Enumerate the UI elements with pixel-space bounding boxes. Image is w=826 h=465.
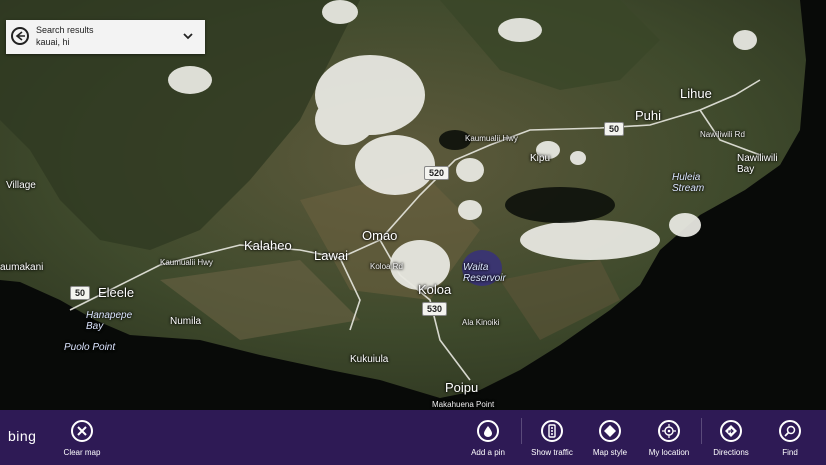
place-hanapepe-bay: Hanapepe Bay: [86, 310, 133, 332]
route-shield-520: 520: [424, 166, 450, 180]
place-huleia-stream: Huleia Stream: [672, 172, 705, 194]
my-location-button[interactable]: My location: [641, 410, 701, 465]
clear-map-label: Clear map: [63, 448, 101, 457]
pin-icon: [477, 420, 499, 442]
place-waita-reservoir: Waita Reservoir: [463, 262, 506, 284]
search-icon: [779, 420, 801, 442]
road-koloa-rd: Koloa Rd: [370, 262, 403, 271]
search-results-panel[interactable]: Search results kauai, hi: [6, 20, 205, 54]
place-lihue: Lihue: [680, 86, 712, 101]
clear-map-button[interactable]: Clear map: [54, 410, 114, 465]
location-target-icon: [658, 420, 680, 442]
place-koloa: Koloa: [418, 282, 452, 297]
directions-icon: [720, 420, 742, 442]
app-bar: bing Clear map Add a pin Show traffic Ma…: [0, 410, 826, 465]
route-shield-50: 50: [70, 286, 91, 300]
map-style-icon: [599, 420, 621, 442]
place-puhi: Puhi: [635, 108, 662, 123]
satellite-terrain: [0, 0, 826, 410]
place-poipu: Poipu: [445, 380, 479, 395]
add-pin-button[interactable]: Add a pin: [460, 410, 520, 465]
road-kaumualii-hwy-east: Kaumualii Hwy: [465, 134, 518, 143]
bing-logo: bing: [8, 428, 37, 444]
place-kipu: Kipu: [530, 153, 551, 164]
find-button[interactable]: Find: [762, 410, 822, 465]
place-makahuena-point: Makahuena Point: [432, 400, 495, 409]
chevron-down-icon[interactable]: [183, 31, 193, 41]
find-label: Find: [782, 448, 798, 457]
road-ala-kinoiki: Ala Kinoiki: [462, 318, 500, 327]
route-shield-530: 530: [422, 302, 448, 316]
place-kaumakani: aumakani: [0, 262, 44, 273]
close-icon: [71, 420, 93, 442]
road-kaumualii-hwy-west: Kaumualii Hwy: [160, 258, 213, 267]
map-view[interactable]: Lihue Puhi Kipu Huleia Stream Nawiliwili…: [0, 0, 826, 410]
place-nawiliwili-bay: Nawiliwili Bay: [737, 153, 778, 175]
place-omao: Omao: [362, 228, 398, 243]
traffic-light-icon: [541, 420, 563, 442]
place-kalaheo: Kalaheo: [244, 238, 292, 253]
search-query-text: kauai, hi: [36, 37, 70, 47]
place-village: Village: [6, 180, 36, 191]
place-eleele: Eleele: [98, 285, 135, 300]
place-lawai: Lawai: [314, 248, 348, 263]
place-kukuiula: Kukuiula: [350, 354, 389, 365]
separator: [521, 418, 522, 444]
place-numila: Numila: [170, 316, 202, 327]
back-arrow-icon[interactable]: [11, 27, 29, 45]
search-results-title: Search results: [36, 25, 94, 35]
separator: [701, 418, 702, 444]
road-nawiliwili-rd: Nawiliwili Rd: [700, 130, 745, 139]
route-shield-50: 50: [604, 122, 625, 136]
place-puolo-point: Puolo Point: [64, 342, 116, 353]
